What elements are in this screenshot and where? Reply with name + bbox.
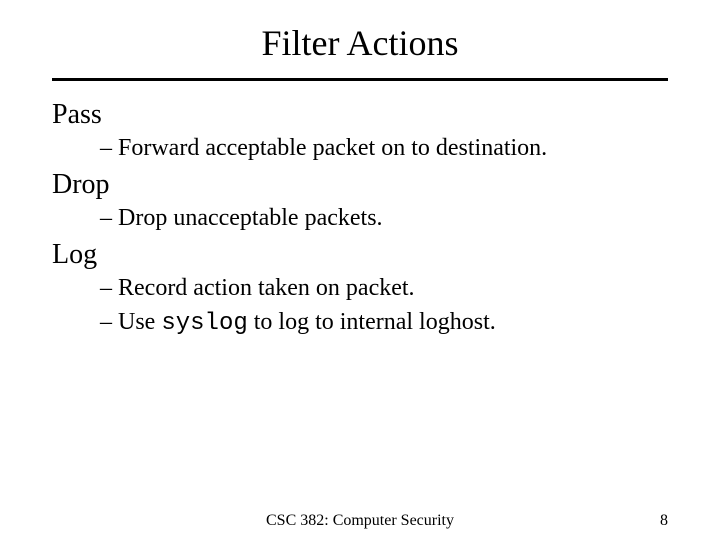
sub-pass-0: – Forward acceptable packet on to destin… [52, 135, 668, 163]
sub-post: to log to internal loghost. [248, 309, 496, 335]
footer-page-number: 8 [660, 512, 668, 530]
sub-text: – Record action taken on packet. [100, 275, 415, 301]
sub-text: – Use [100, 309, 161, 335]
sub-log-0: – Record action taken on packet. [52, 275, 668, 303]
sub-drop-0: – Drop unacceptable packets. [52, 205, 668, 233]
footer-course: CSC 382: Computer Security [0, 512, 720, 530]
heading-drop: Drop [52, 169, 668, 201]
sub-text: – Drop unacceptable packets. [100, 205, 383, 231]
sub-text: – Forward acceptable packet on to destin… [100, 135, 547, 161]
slide: Filter Actions Pass – Forward acceptable… [0, 0, 720, 540]
slide-title: Filter Actions [0, 0, 720, 78]
heading-pass: Pass [52, 99, 668, 131]
sub-log-1: – Use syslog to log to internal loghost. [52, 309, 668, 337]
sub-mono: syslog [161, 310, 247, 337]
slide-body: Pass – Forward acceptable packet on to d… [0, 81, 720, 337]
heading-log: Log [52, 239, 668, 271]
